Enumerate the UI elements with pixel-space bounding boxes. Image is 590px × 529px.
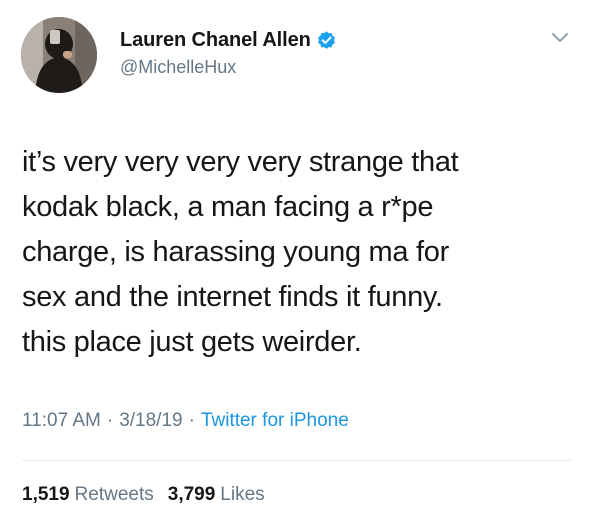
avatar[interactable] [21, 17, 97, 93]
tweet-source-link[interactable]: Twitter for iPhone [201, 410, 349, 432]
tweet-stats: 1,519 Retweets 3,799 Likes [22, 482, 279, 508]
tweet-text-line: sex and the internet finds it funny. [22, 281, 443, 313]
tweet-card: Lauren Chanel Allen @MichelleHux it’s ve… [0, 0, 590, 529]
divider [22, 460, 572, 461]
retweets-label: Retweets [74, 484, 154, 505]
likes-stat[interactable]: 3,799 Likes [168, 484, 265, 506]
chevron-down-icon[interactable] [550, 31, 570, 45]
retweets-stat[interactable]: 1,519 Retweets [22, 484, 154, 506]
author-name-row: Lauren Chanel Allen [120, 27, 520, 53]
likes-count: 3,799 [167, 484, 216, 505]
tweet-time[interactable]: 11:07 AM [22, 410, 101, 432]
tweet-text-line: it’s very very very very strange that [22, 146, 459, 178]
verified-badge-icon [316, 30, 337, 51]
tweet-header: Lauren Chanel Allen @MichelleHux [120, 27, 520, 78]
tweet-text-line: this place just gets weirder. [22, 326, 362, 358]
tweet-body-text: it’s very very very very strange that ko… [22, 140, 572, 365]
tweet-date[interactable]: 3/18/19 [119, 410, 182, 432]
meta-separator: · [106, 410, 114, 431]
meta-separator: · [188, 410, 195, 431]
avatar-photo [21, 17, 97, 93]
tweet-text-line: charge, is harassing young ma for [22, 236, 449, 268]
author-display-name[interactable]: Lauren Chanel Allen [120, 29, 311, 52]
tweet-metadata: 11:07 AM · 3/18/19 · Twitter for iPhone [22, 408, 349, 434]
author-handle[interactable]: @MichelleHux [120, 57, 520, 78]
retweets-count: 1,519 [22, 484, 70, 505]
likes-label: Likes [220, 484, 265, 505]
tweet-text-line: kodak black, a man facing a r*pe [22, 191, 434, 223]
